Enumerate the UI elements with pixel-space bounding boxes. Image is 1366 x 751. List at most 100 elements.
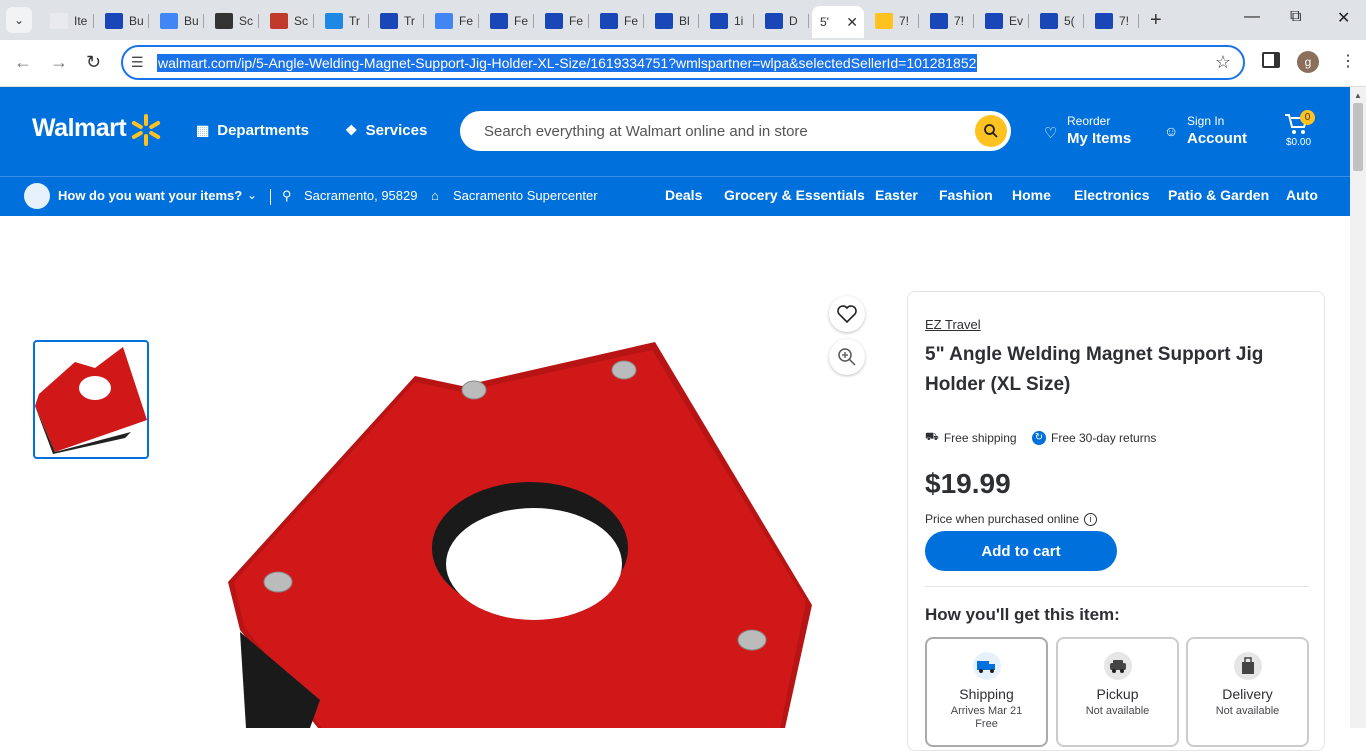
browser-tab[interactable]: 7! <box>867 8 919 34</box>
brand-link[interactable]: EZ Travel <box>925 317 981 332</box>
divider <box>270 189 271 205</box>
account-label: Account <box>1187 130 1247 147</box>
browser-tab[interactable]: Sc <box>207 8 259 34</box>
browser-tab[interactable]: D <box>757 8 809 34</box>
scroll-thumb[interactable] <box>1353 103 1363 171</box>
browser-tab[interactable]: Ev <box>977 8 1029 34</box>
tab-separator <box>148 14 149 28</box>
reload-icon[interactable]: ↻ <box>86 52 101 73</box>
search-input[interactable]: Search everything at Walmart online and … <box>460 111 1011 151</box>
store-name[interactable]: Sacramento Supercenter <box>453 188 598 203</box>
url-text[interactable]: walmart.com/ip/5-Angle-Welding-Magnet-Su… <box>157 54 978 72</box>
browser-tab[interactable]: Bl <box>647 8 699 34</box>
tab-title: Bu <box>184 14 199 28</box>
heart-icon <box>837 305 857 323</box>
tab-separator <box>643 14 644 28</box>
browser-tab[interactable]: 7! <box>1087 8 1139 34</box>
nav-auto[interactable]: Auto <box>1286 187 1318 203</box>
chevron-down-icon[interactable]: ⌄ <box>247 188 257 202</box>
address-bar[interactable]: ☰ walmart.com/ip/5-Angle-Welding-Magnet-… <box>121 45 1245 80</box>
browser-tab[interactable]: Fe <box>592 8 644 34</box>
tab-close-icon[interactable]: ✕ <box>846 14 858 31</box>
pickup-option[interactable]: Pickup Not available <box>1056 637 1179 747</box>
browser-tab[interactable]: Bu <box>152 8 204 34</box>
reorder-my-items-button[interactable]: ♡ Reorder My Items <box>1044 114 1131 147</box>
departments-button[interactable]: ▦ Departments <box>196 122 309 139</box>
add-to-cart-button[interactable]: Add to cart <box>925 531 1117 571</box>
nav-electronics[interactable]: Electronics <box>1074 187 1149 203</box>
heart-icon: ♡ <box>1044 125 1058 142</box>
shipping-option[interactable]: Shipping Arrives Mar 21 Free <box>925 637 1048 747</box>
browser-tab[interactable]: Fe <box>537 8 589 34</box>
forward-arrow-icon[interactable]: → <box>50 52 68 73</box>
nav-easter[interactable]: Easter <box>875 187 918 203</box>
browser-tab-active[interactable]: 5' ✕ <box>812 6 864 38</box>
tab-separator <box>918 14 919 28</box>
browser-tab[interactable]: Tr <box>317 8 369 34</box>
browser-tab[interactable]: 5( <box>1032 8 1084 34</box>
product-main-image[interactable] <box>200 320 840 728</box>
browser-tab[interactable]: Tr <box>372 8 424 34</box>
nav-fashion[interactable]: Fashion <box>939 187 993 203</box>
browser-tab[interactable]: Sc <box>262 8 314 34</box>
delivery-option[interactable]: Delivery Not available <box>1186 637 1309 747</box>
tab-title: Fe <box>514 14 529 28</box>
sign-in-label: Sign In <box>1187 114 1225 128</box>
store-icon: ⌂ <box>431 188 439 203</box>
tab-favicon-icon <box>1095 13 1113 29</box>
restore-icon[interactable]: ⧉ <box>1290 8 1301 26</box>
sign-in-account-button[interactable]: ☺ Sign In Account <box>1164 114 1247 147</box>
tab-search-button[interactable]: ⌄ <box>6 7 32 33</box>
walmart-logo[interactable]: Walmart <box>32 114 127 143</box>
zoom-button[interactable] <box>829 339 865 375</box>
tab-favicon-icon <box>545 13 563 29</box>
nav-deals[interactable]: Deals <box>665 187 702 203</box>
search-button[interactable] <box>975 115 1007 147</box>
browser-tab[interactable]: Ite <box>42 8 94 34</box>
tab-separator <box>93 14 94 28</box>
browser-tab[interactable]: 1i <box>702 8 754 34</box>
delivery-option-name: Delivery <box>1222 686 1273 702</box>
shipping-option-name: Shipping <box>959 686 1014 702</box>
nav-patio-garden[interactable]: Patio & Garden <box>1168 187 1269 203</box>
menu-kebab-icon[interactable]: ⋮ <box>1340 51 1356 71</box>
tab-title: Sc <box>239 14 254 28</box>
tab-separator <box>368 14 369 28</box>
nav-grocery[interactable]: Grocery & Essentials <box>724 187 865 203</box>
tab-title: 7! <box>1119 14 1130 28</box>
tab-favicon-icon <box>50 13 68 29</box>
shipping-truck-icon <box>972 652 1001 680</box>
delivery-bag-icon <box>1233 652 1262 680</box>
site-info-icon[interactable]: ☰ <box>131 54 144 71</box>
services-button[interactable]: ❖ Services <box>345 122 427 139</box>
new-tab-button[interactable]: + <box>1150 9 1162 32</box>
tab-title: 1i <box>734 14 744 28</box>
cart-button[interactable]: 0 $0.00 <box>1284 110 1315 148</box>
info-icon[interactable]: i <box>1084 512 1098 526</box>
side-panel-icon[interactable] <box>1262 52 1280 68</box>
browser-tab[interactable]: Fe <box>427 8 479 34</box>
fulfillment-selector[interactable]: How do you want your items? <box>58 188 242 203</box>
favorite-heart-button[interactable] <box>829 296 865 332</box>
minimize-icon[interactable]: — <box>1244 8 1260 26</box>
browser-tab[interactable]: Bu <box>97 8 149 34</box>
back-arrow-icon[interactable]: ← <box>14 52 32 73</box>
location-zip[interactable]: Sacramento, 95829 <box>304 188 417 203</box>
bookmark-star-icon[interactable]: ☆ <box>1215 52 1231 73</box>
price-note-label: Price when purchased online <box>925 512 1080 526</box>
close-window-icon[interactable]: ✕ <box>1337 8 1350 28</box>
product-price: $19.99 <box>925 468 1011 499</box>
page-scrollbar[interactable]: ▲ <box>1350 87 1366 728</box>
browser-tab[interactable]: Fe <box>482 8 534 34</box>
spark-logo-icon[interactable] <box>128 112 164 148</box>
scroll-up-icon[interactable]: ▲ <box>1354 91 1362 100</box>
free-returns-badge: ↻ Free 30-day returns <box>1032 431 1156 445</box>
product-thumbnail[interactable] <box>33 340 149 459</box>
zoom-in-icon <box>838 348 856 366</box>
browser-tab[interactable]: 7! <box>922 8 974 34</box>
product-info-card: EZ Travel 5" Angle Welding Magnet Suppor… <box>907 291 1325 751</box>
tab-favicon-icon <box>655 13 673 29</box>
profile-avatar[interactable]: g <box>1297 51 1319 73</box>
nav-home[interactable]: Home <box>1012 187 1051 203</box>
tab-separator <box>1028 14 1029 28</box>
